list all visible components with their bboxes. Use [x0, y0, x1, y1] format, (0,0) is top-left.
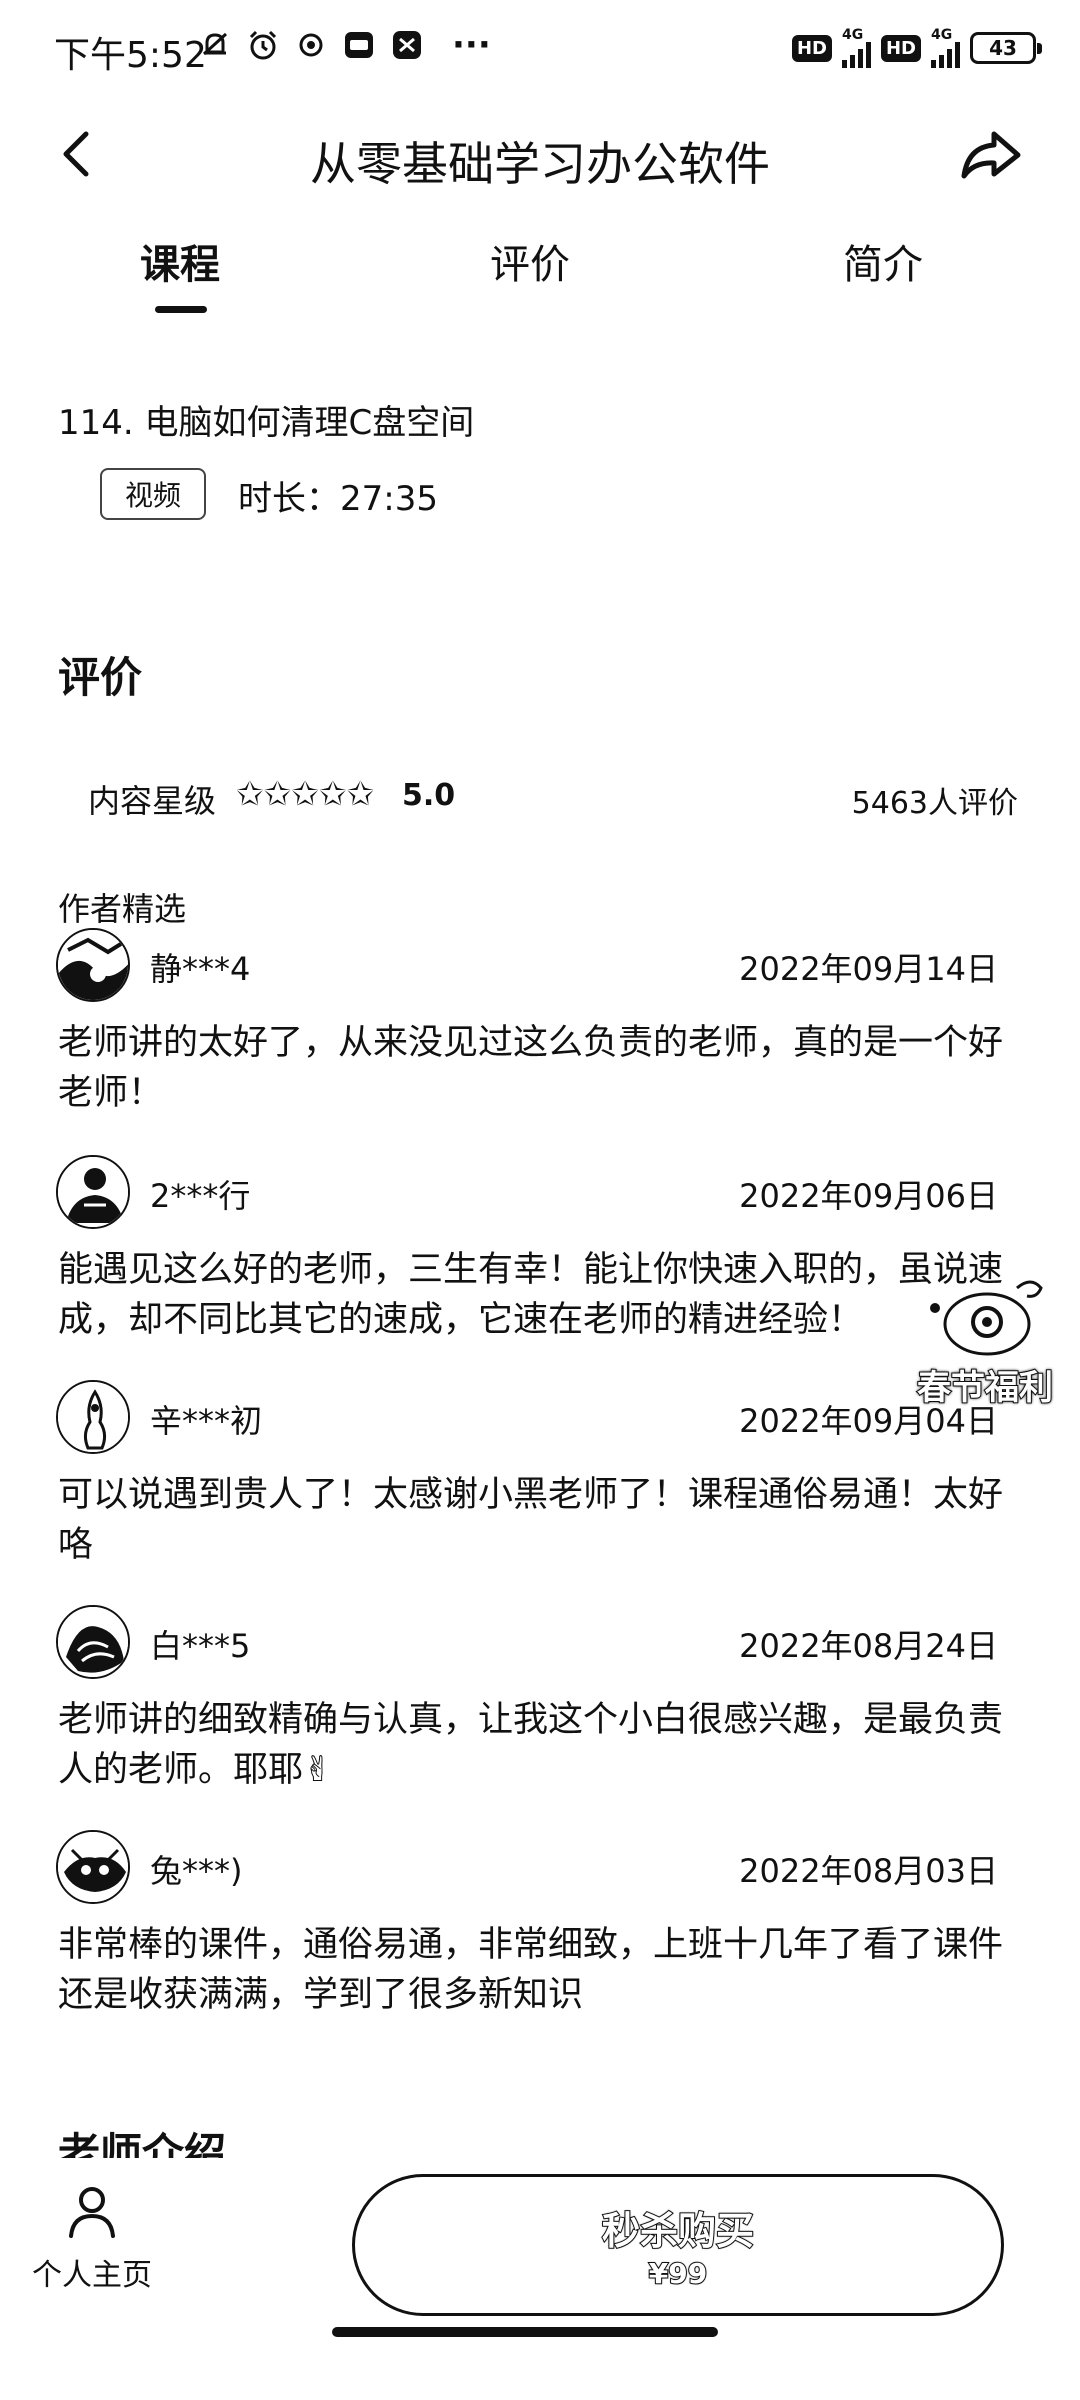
- reviews-section-title: 评价: [58, 653, 143, 702]
- reviewer-name: 静***4: [150, 950, 251, 988]
- hd-icon: HD: [791, 34, 832, 62]
- buy-price: ¥99: [648, 2256, 708, 2291]
- hd-icon-2: HD: [880, 34, 921, 62]
- rating-summary: 内容星级 ✩✩✩✩✩ 5.0 5463人评价: [88, 774, 1018, 826]
- lesson-title[interactable]: 114. 电脑如何清理C盘空间: [58, 395, 474, 444]
- app-header: 从零基础学习办公软件: [0, 100, 1080, 210]
- person-icon: [67, 2184, 117, 2238]
- signal-1-icon: 4G: [841, 27, 871, 68]
- share-icon[interactable]: [958, 122, 1024, 188]
- reviewer-name: 兔***): [150, 1852, 243, 1890]
- avatar[interactable]: [56, 1155, 130, 1229]
- review-date: 2022年08月03日: [739, 1852, 998, 1890]
- active-tab-indicator: [155, 306, 207, 313]
- spring-festival-promo[interactable]: 春节福利: [905, 1268, 1065, 1418]
- review-text: 老师讲的太好了，从来没见过这么负责的老师，真的是一个好老师！: [58, 1023, 1004, 1113]
- personal-home-button[interactable]: 个人主页: [22, 2184, 162, 2294]
- alarm-icon: [246, 28, 280, 62]
- review-text: 非常棒的课件，通俗易通，非常细致，上班十几年了看了课件还是收获满满，学到了很多新…: [58, 1925, 1004, 2015]
- reviewer-name: 辛***初: [150, 1402, 263, 1440]
- app-icon: [342, 28, 376, 62]
- teacher-section-title: 老师介绍: [58, 2129, 227, 2158]
- review-text: 可以说遇到贵人了！太感谢小黑老师了！课程通俗易通！太好咯: [58, 1475, 1004, 1565]
- reviewer-name: 2***行: [150, 1177, 251, 1215]
- status-bar: 下午5:52 ··· HD 4G HD 4G 43: [0, 0, 1080, 100]
- bottom-bar: 个人主页 秒杀购买 ¥99: [0, 2160, 1080, 2400]
- avatar[interactable]: [56, 1605, 130, 1679]
- mute-bell-icon: [198, 28, 232, 62]
- capcut-icon: [390, 28, 424, 62]
- page-title: 从零基础学习办公软件: [310, 137, 770, 191]
- network-type-2: 4G: [931, 27, 953, 43]
- status-time: 下午5:52: [54, 35, 207, 76]
- review-date: 2022年09月14日: [739, 950, 998, 988]
- battery-level: 43: [989, 36, 1017, 60]
- status-right: HD 4G HD 4G 43: [791, 27, 1042, 68]
- status-notification-icons: ···: [198, 28, 491, 62]
- tab-reviews[interactable]: 评价: [430, 232, 630, 290]
- red-envelope-icon: [930, 1280, 1043, 1356]
- lesson-duration: 时长：27:35: [238, 479, 438, 519]
- gesture-home-indicator[interactable]: [332, 2327, 718, 2337]
- video-badge: 视频: [100, 468, 206, 520]
- review-text: 能遇见这么好的老师，三生有幸！能让你快速入职的，虽说速成，却不同比其它的速成，它…: [58, 1250, 1004, 1340]
- network-type: 4G: [841, 27, 864, 43]
- review-date: 2022年09月06日: [739, 1177, 998, 1215]
- tab-bar: 课程 评价 简介: [0, 222, 1080, 322]
- tab-course[interactable]: 课程: [80, 232, 280, 290]
- signal-2-icon: 4G: [931, 28, 960, 68]
- more-notifications-icon: ···: [452, 25, 491, 65]
- avatar[interactable]: [56, 928, 130, 1002]
- battery-icon: 43: [970, 32, 1042, 64]
- avatar[interactable]: [56, 1380, 130, 1454]
- promo-label: 春节福利: [916, 1367, 1054, 1409]
- rating-score: 5.0: [402, 778, 456, 813]
- rating-count[interactable]: 5463人评价: [852, 778, 1018, 822]
- author-picked-label: 作者精选: [58, 890, 187, 928]
- personal-home-label: 个人主页: [32, 2258, 152, 2293]
- review-date: 2022年08月24日: [739, 1627, 998, 1665]
- record-icon: [294, 28, 328, 62]
- avatar[interactable]: [56, 1830, 130, 1904]
- buy-label: 秒杀购买: [601, 2208, 755, 2254]
- review-text: 老师讲的细致精确与认真，让我这个小白很感兴趣，是最负责人的老师。耶耶✌: [58, 1700, 1004, 1790]
- rating-label: 内容星级: [88, 782, 217, 820]
- flash-sale-buy-button[interactable]: 秒杀购买 ¥99: [352, 2174, 1004, 2316]
- star-rating-icon: ✩✩✩✩✩: [236, 774, 375, 813]
- reviewer-name: 白***5: [150, 1627, 251, 1665]
- tab-intro[interactable]: 简介: [783, 232, 983, 290]
